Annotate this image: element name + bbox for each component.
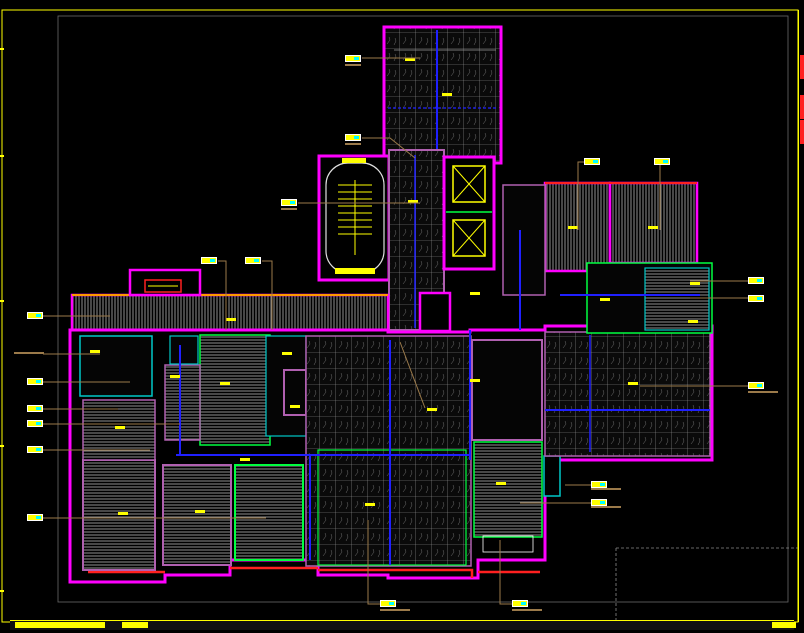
annotation-underline xyxy=(345,143,361,145)
annotation-underline xyxy=(512,609,542,611)
kitchen xyxy=(471,339,543,441)
annotation-tag xyxy=(748,277,764,284)
elevator-icon xyxy=(442,155,496,271)
annotation-tag xyxy=(654,158,670,165)
title-block-field xyxy=(15,622,105,628)
room-upper-mid xyxy=(199,334,271,446)
annotation-tag xyxy=(281,199,297,206)
grid-tick xyxy=(0,445,4,447)
title-strip-mark xyxy=(800,120,804,144)
annotation-underline xyxy=(748,391,778,393)
cad-drawing xyxy=(0,0,804,630)
annotation-tag xyxy=(345,134,361,141)
stair-core xyxy=(317,154,391,282)
annotation-tag xyxy=(201,257,217,264)
balcony-strip xyxy=(70,293,390,333)
annotation-tag xyxy=(380,600,396,607)
annotation-tag xyxy=(584,158,600,165)
grid-tick xyxy=(0,300,4,302)
annotation-tag xyxy=(27,378,43,385)
annotation-underline xyxy=(14,352,44,354)
annotation-tag xyxy=(591,481,607,488)
annotation-underline xyxy=(591,488,621,490)
annotation-tag xyxy=(27,312,43,319)
annotation-tag xyxy=(345,55,361,62)
annotation-tag xyxy=(512,600,528,607)
annotation-underline xyxy=(591,506,621,508)
annotation-tag xyxy=(27,405,43,412)
title-block-field xyxy=(772,622,796,628)
annotation-tag xyxy=(27,446,43,453)
grid-tick xyxy=(0,590,4,592)
grid-tick xyxy=(0,155,4,157)
annotation-tag xyxy=(27,420,43,427)
title-strip-mark xyxy=(800,95,804,119)
annotation-tag xyxy=(748,295,764,302)
annotation-tag xyxy=(591,499,607,506)
floor-plan-svg xyxy=(1,9,800,623)
annotation-tag xyxy=(748,382,764,389)
bathroom-left xyxy=(79,335,153,397)
room-right-center xyxy=(473,441,543,538)
room-right-bottom xyxy=(234,464,304,561)
annotation-tag xyxy=(245,257,261,264)
grid-tick xyxy=(0,48,4,50)
annotation-underline xyxy=(345,64,361,66)
title-area-dashed xyxy=(615,547,800,620)
living-right xyxy=(544,331,711,457)
title-strip-mark xyxy=(800,55,804,79)
annotation-tag xyxy=(27,514,43,521)
annotation-underline xyxy=(281,208,297,210)
annotation-underline xyxy=(380,609,410,611)
title-block-field xyxy=(122,622,148,628)
room-mid-bottom xyxy=(162,464,232,566)
bedroom-upper-right-b xyxy=(608,181,699,265)
